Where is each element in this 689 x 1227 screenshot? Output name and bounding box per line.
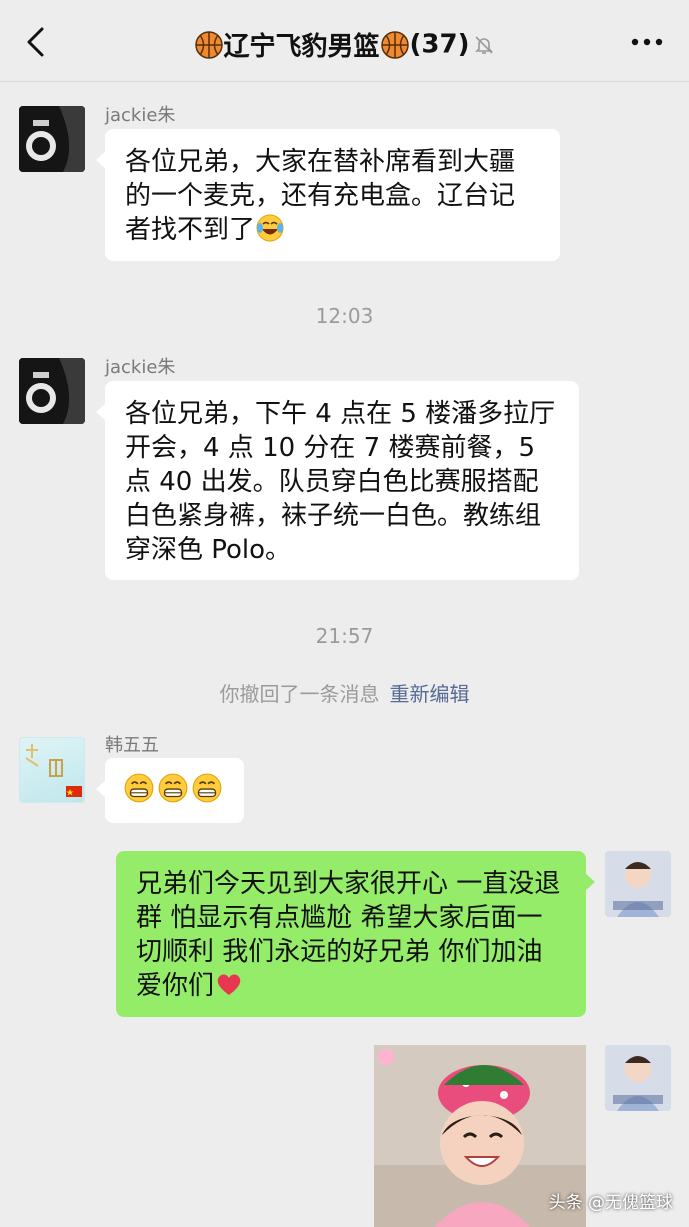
message-text: 各位兄弟，大家在替补席看到大疆的一个麦克，还有充电盒。辽台记者找不到了 bbox=[125, 147, 516, 245]
grin-emoji-icon bbox=[192, 773, 222, 803]
grin-emoji-icon bbox=[124, 773, 154, 803]
sender-name: jackie朱 bbox=[105, 357, 176, 378]
red-heart-emoji-icon bbox=[217, 974, 241, 995]
message-bubble[interactable]: 各位兄弟，大家在替补席看到大疆的一个麦克，还有充电盒。辽台记者找不到了 bbox=[96, 129, 560, 261]
avatar-image bbox=[19, 358, 85, 424]
sender-name: jackie朱 bbox=[105, 105, 176, 126]
avatar-image bbox=[605, 851, 671, 917]
basketball-icon bbox=[380, 30, 409, 59]
reedit-link[interactable]: 重新编辑 bbox=[390, 682, 470, 706]
avatar[interactable] bbox=[605, 1045, 671, 1111]
group-name: 辽宁飞豹男篮 bbox=[223, 32, 380, 62]
timestamp: 12:03 bbox=[315, 304, 374, 328]
message-bubble[interactable]: 各位兄弟，下午 4 点在 5 楼潘多拉厅开会，4 点 10 分在 7 楼赛前餐，… bbox=[96, 381, 579, 580]
timestamp: 21:57 bbox=[315, 624, 374, 648]
avatar[interactable] bbox=[19, 737, 85, 803]
chat-header: 辽宁飞豹男篮 (37) bbox=[0, 0, 689, 82]
message-bubble[interactable] bbox=[96, 758, 244, 823]
more-icon[interactable] bbox=[629, 30, 665, 54]
grin-emoji-icon bbox=[158, 773, 188, 803]
recall-notice: 你撤回了一条消息 重新编辑 bbox=[0, 678, 689, 707]
message-text: 各位兄弟，下午 4 点在 5 楼潘多拉厅开会，4 点 10 分在 7 楼赛前餐，… bbox=[125, 399, 556, 565]
avatar-image bbox=[605, 1045, 671, 1111]
sender-name: 韩五五 bbox=[105, 735, 159, 756]
laugh-cry-emoji-icon bbox=[256, 214, 284, 242]
mute-icon bbox=[475, 35, 494, 54]
basketball-icon bbox=[194, 30, 223, 59]
message-bubble[interactable]: 兄弟们今天见到大家很开心 一直没退群 怕显示有点尴尬 希望大家后面一切顺利 我们… bbox=[116, 851, 595, 1017]
watermark: 头条 @无傀篮球 bbox=[548, 1193, 673, 1213]
chat-title: 辽宁飞豹男篮 (37) bbox=[0, 26, 689, 63]
avatar[interactable] bbox=[19, 358, 85, 424]
recall-text: 你撤回了一条消息 bbox=[219, 682, 380, 706]
avatar-image bbox=[25, 744, 82, 797]
message-text: 兄弟们今天见到大家很开心 一直没退群 怕显示有点尴尬 希望大家后面一切顺利 我们… bbox=[136, 869, 561, 1001]
avatar[interactable] bbox=[19, 106, 85, 172]
member-count: (37) bbox=[409, 29, 470, 60]
avatar-image bbox=[19, 106, 85, 172]
avatar[interactable] bbox=[605, 851, 671, 917]
